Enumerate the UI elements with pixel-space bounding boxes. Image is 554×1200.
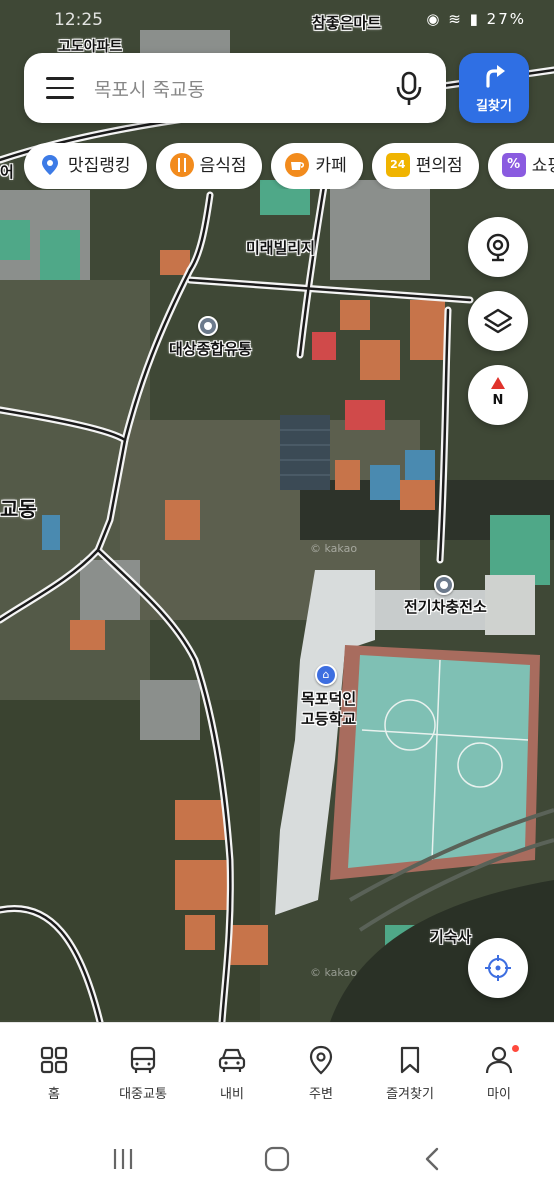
compass-label: N (492, 393, 504, 408)
compass-north-icon (491, 377, 505, 389)
map-label-school-line2[interactable]: 고등학교 (301, 710, 356, 728)
location-pin-icon (309, 1045, 333, 1075)
hamburger-menu-icon[interactable] (46, 77, 74, 99)
nav-navi[interactable]: 내비 (187, 1023, 277, 1121)
kakao-watermark-2: © kakao (310, 966, 358, 979)
nav-favorites[interactable]: 즐겨찾기 (365, 1023, 455, 1121)
layers-icon (483, 308, 513, 334)
chip-cafe[interactable]: 카페 (271, 143, 363, 189)
convenience-store-icon: 24 (385, 153, 410, 177)
signal-icon: ▮ (469, 10, 480, 28)
notification-dot (512, 1045, 519, 1052)
nav-home[interactable]: 홈 (9, 1023, 99, 1121)
chip-label: 쇼핑 (531, 156, 554, 176)
store-marker-icon[interactable] (198, 316, 218, 336)
my-location-icon (485, 955, 511, 981)
map-label-school-line1[interactable]: 목포덕인 (301, 690, 356, 708)
nav-label: 마이 (487, 1087, 511, 1102)
nav-nearby[interactable]: 주변 (276, 1023, 366, 1121)
pin-ranking-icon (42, 155, 58, 175)
map-label-district: 교동 (0, 497, 37, 521)
chip-label: 카페 (315, 156, 347, 176)
chip-label: 음식점 (199, 156, 247, 176)
back-icon[interactable] (420, 1146, 446, 1172)
status-icons: ◉ ≋ ▮ 27% (426, 10, 526, 28)
directions-label: 길찾기 (476, 99, 512, 114)
nav-label: 내비 (220, 1087, 244, 1102)
chip-restaurant[interactable]: 음식점 (155, 143, 263, 189)
cctv-button[interactable] (468, 217, 528, 277)
map-label-ev-charger[interactable]: 전기차충전소 (404, 598, 487, 616)
chip-shopping[interactable]: %쇼핑 (487, 143, 554, 189)
bus-icon (130, 1046, 156, 1073)
search-input[interactable]: 목포시 죽교동 (94, 75, 205, 102)
chip-label: 맛집랭킹 (68, 156, 131, 176)
chip-convenience[interactable]: 24 편의점 (371, 143, 479, 189)
system-navigation-bar (0, 1120, 554, 1200)
grid-icon (40, 1046, 68, 1074)
fork-knife-icon (169, 153, 194, 177)
chip-ranking[interactable]: 맛집랭킹 (24, 143, 147, 189)
status-bar: 12:25 ◉ ≋ ▮ 27% (0, 0, 554, 36)
layers-button[interactable] (468, 291, 528, 351)
cctv-icon (486, 233, 510, 262)
ev-charger-marker-icon[interactable] (434, 575, 454, 595)
battery-percent: 27% (486, 10, 526, 28)
nav-label: 주변 (309, 1087, 333, 1102)
turn-arrow-icon (486, 65, 505, 88)
car-icon (218, 1048, 246, 1072)
directions-button[interactable]: 길찾기 (459, 53, 529, 123)
home-icon[interactable] (264, 1146, 290, 1172)
nav-label: 홈 (48, 1087, 60, 1102)
search-bar[interactable]: 목포시 죽교동 (24, 53, 446, 123)
bookmark-icon (400, 1046, 420, 1074)
person-icon (485, 1046, 513, 1074)
my-location-button[interactable] (468, 938, 528, 998)
nav-label: 즐겨찾기 (386, 1087, 434, 1102)
chip-label: 편의점 (415, 156, 463, 176)
location-icon: ◉ (426, 10, 442, 28)
wifi-icon: ≋ (448, 10, 463, 28)
map-label-partial: 어 (0, 163, 14, 181)
recent-apps-icon[interactable] (110, 1146, 136, 1172)
school-marker-icon[interactable]: ⌂ (315, 664, 337, 686)
coffee-cup-icon (285, 153, 310, 177)
compass-button[interactable]: N (468, 365, 528, 425)
bottom-navigation: 홈 대중교통 내비 주변 즐겨찾기 마이 (0, 1022, 554, 1120)
nav-transit[interactable]: 대중교통 (98, 1023, 188, 1121)
nav-my[interactable]: 마이 (454, 1023, 544, 1121)
microphone-icon[interactable] (394, 71, 424, 107)
status-time: 12:25 (54, 10, 103, 30)
nav-label: 대중교통 (119, 1087, 167, 1102)
kakao-watermark: © kakao (310, 542, 358, 555)
map-label-dorm[interactable]: 기숙사 (430, 928, 471, 946)
map-label-store[interactable]: 대상종합유통 (169, 340, 252, 358)
category-chips: 맛집랭킹 음식점 카페 24편의점 %쇼핑 (24, 143, 554, 189)
map-label-village[interactable]: 미래빌리지 (246, 239, 315, 257)
discount-icon: % (501, 153, 526, 177)
